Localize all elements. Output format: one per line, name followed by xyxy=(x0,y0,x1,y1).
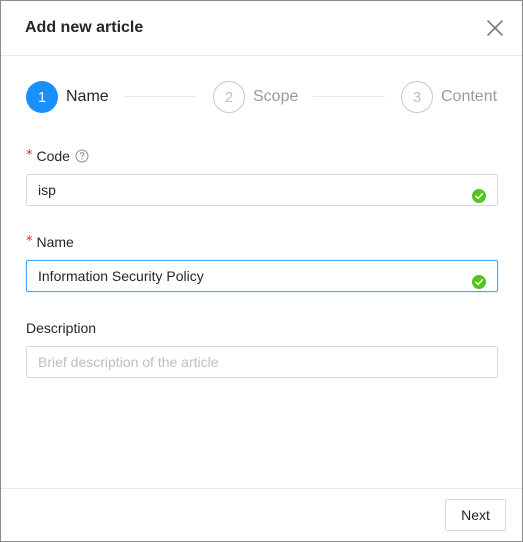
name-label: * Name xyxy=(26,233,74,251)
close-button[interactable] xyxy=(483,16,507,40)
check-circle-icon xyxy=(472,183,486,203)
name-label-text: Name xyxy=(36,234,74,250)
code-value: isp xyxy=(38,182,56,198)
step-number: 1 xyxy=(26,81,58,113)
description-field[interactable]: Brief description of the article xyxy=(26,346,498,378)
step-number: 3 xyxy=(401,81,433,113)
step-scope: 2 Scope xyxy=(213,81,298,113)
close-icon xyxy=(487,20,503,36)
description-placeholder: Brief description of the article xyxy=(38,354,219,370)
dialog-header: Add new article xyxy=(1,1,522,56)
step-connector xyxy=(313,96,385,97)
step-number: 2 xyxy=(213,81,245,113)
name-field[interactable]: Information Security Policy xyxy=(26,260,498,292)
code-label: * Code xyxy=(26,147,89,165)
required-marker: * xyxy=(26,234,33,249)
step-label: Scope xyxy=(253,88,299,105)
next-button[interactable]: Next xyxy=(445,499,506,531)
description-label-text: Description xyxy=(26,320,97,336)
code-label-text: Code xyxy=(36,148,70,164)
description-label: Description xyxy=(26,319,96,337)
step-name: 1 Name xyxy=(26,81,109,113)
step-label: Name xyxy=(66,88,109,105)
step-connector xyxy=(124,96,196,97)
dialog-footer xyxy=(1,488,522,541)
step-content: 3 Content xyxy=(401,81,497,113)
add-article-dialog: Add new article 1 Name 2 Scope 3 Content… xyxy=(0,0,523,542)
question-circle-icon[interactable] xyxy=(75,149,89,163)
check-circle-icon xyxy=(472,269,486,289)
required-marker: * xyxy=(26,148,33,163)
code-field[interactable]: isp xyxy=(26,174,498,206)
dialog-title: Add new article xyxy=(25,19,144,36)
step-label: Content xyxy=(441,88,498,105)
name-value: Information Security Policy xyxy=(38,268,204,284)
